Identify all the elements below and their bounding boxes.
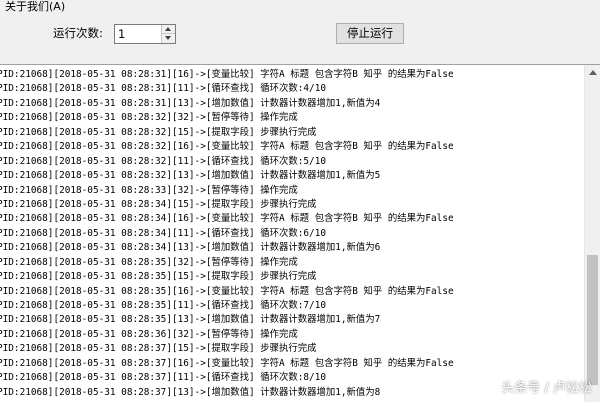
log-line: PID:21068][2018-05-31 08:28:32][32]->[暂停…	[0, 112, 298, 124]
log-line: PID:21068][2018-05-31 08:28:34][11]->[循环…	[0, 227, 326, 239]
log-line: PID:21068][2018-05-31 08:28:34][16]->[变量…	[0, 213, 454, 225]
spin-up-arrow-icon[interactable]	[162, 25, 175, 34]
log-line: PID:21068][2018-05-31 08:28:31][16]->[变量…	[0, 69, 454, 80]
log-line: PID:21068][2018-05-31 08:28:37][15]->[提取…	[0, 343, 317, 355]
log-line: PID:21068][2018-05-31 08:28:32][15]->[提取…	[0, 126, 317, 138]
watermark: 头条号 / 卢松松	[501, 381, 592, 396]
log-line: PID:21068][2018-05-31 08:28:31][11]->[循环…	[0, 83, 326, 95]
log-lines: PID:21068][2018-05-31 08:28:31][16]->[变量…	[0, 68, 585, 400]
log-line: PID:21068][2018-05-31 08:28:32][13]->[增加…	[0, 170, 381, 182]
runs-spinbox[interactable]: 1	[114, 24, 176, 44]
log-line: PID:21068][2018-05-31 08:28:32][11]->[循环…	[0, 155, 326, 167]
stop-run-button[interactable]: 停止运行	[336, 23, 404, 44]
log-line: PID:21068][2018-05-31 08:28:35][15]->[提取…	[0, 271, 317, 283]
log-line: PID:21068][2018-05-31 08:28:34][13]->[增加…	[0, 242, 381, 254]
log-line: PID:21068][2018-05-31 08:28:31][13]->[增加…	[0, 97, 381, 109]
log-line: PID:21068][2018-05-31 08:28:35][32]->[暂停…	[0, 256, 298, 268]
log-line: PID:21068][2018-05-31 08:28:37][11]->[循环…	[0, 372, 326, 384]
log-line: PID:21068][2018-05-31 08:28:34][15]->[提取…	[0, 198, 317, 210]
log-line: PID:21068][2018-05-31 08:28:37][13]->[增加…	[0, 386, 381, 398]
log-line: PID:21068][2018-05-31 08:28:35][13]->[增加…	[0, 314, 381, 326]
log-line: PID:21068][2018-05-31 08:28:37][16]->[变量…	[0, 357, 454, 369]
scroll-up-arrow-icon[interactable]	[585, 65, 600, 80]
log-output[interactable]: PID:21068][2018-05-31 08:28:31][16]->[变量…	[0, 64, 600, 402]
log-line: PID:21068][2018-05-31 08:28:36][32]->[暂停…	[0, 328, 298, 340]
log-line: PID:21068][2018-05-31 08:28:32][16]->[变量…	[0, 141, 454, 153]
log-line: PID:21068][2018-05-31 08:28:35][11]->[循环…	[0, 300, 326, 311]
menu-about[interactable]: 关于我们(A)	[2, 0, 68, 14]
app-window: 关于我们(A) 运行次数: 1 停止运行 PID:21068][2018-05-…	[0, 0, 600, 402]
log-scrollbar[interactable]	[584, 65, 600, 402]
menu-bar: 关于我们(A)	[0, 0, 600, 16]
log-line: PID:21068][2018-05-31 08:28:33][32]->[暂停…	[0, 184, 298, 196]
scroll-thumb[interactable]	[587, 255, 598, 385]
spin-buttons	[161, 25, 175, 43]
runs-value[interactable]: 1	[118, 27, 125, 41]
runs-label: 运行次数:	[53, 26, 103, 40]
log-line: PID:21068][2018-05-31 08:28:35][16]->[变量…	[0, 285, 454, 297]
spin-down-arrow-icon[interactable]	[162, 34, 175, 43]
